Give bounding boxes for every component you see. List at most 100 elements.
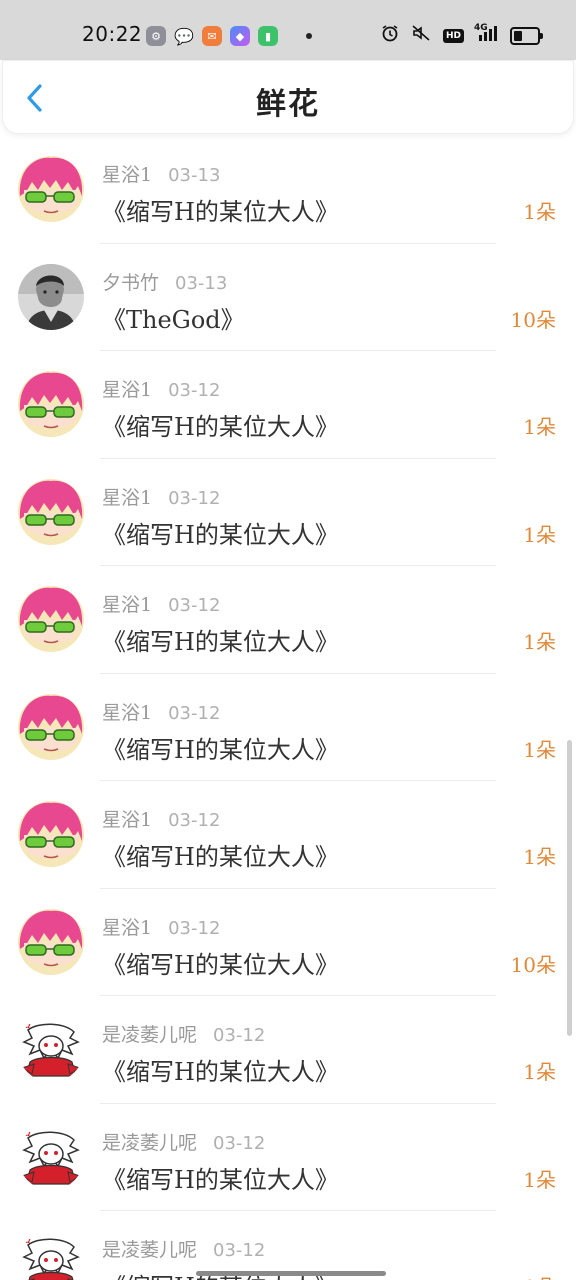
flower-count: 1朵: [523, 737, 556, 762]
gift-date: 03-12: [168, 487, 221, 509]
user-avatar[interactable]: [18, 693, 84, 760]
gift-date: 03-12: [168, 917, 221, 939]
flower-count: 10朵: [510, 307, 556, 332]
book-title[interactable]: 《缩写H的某位大人》: [102, 837, 339, 872]
page-title: 鲜花: [256, 87, 320, 122]
flower-count: 1朵: [523, 1060, 556, 1084]
status-app-icons: ⚙ 💬 ✉ ◆ ▮: [146, 26, 312, 46]
alarm-icon: [381, 24, 399, 47]
item-meta: 是凌萎儿呢 03-12: [102, 1020, 265, 1047]
user-avatar[interactable]: ✿: [18, 1016, 84, 1082]
user-name[interactable]: 星浴1: [102, 698, 152, 725]
user-avatar[interactable]: [18, 156, 84, 222]
book-title[interactable]: 《TheGod》: [102, 300, 245, 335]
flower-list-item[interactable]: 星浴1 03-12 《缩写H的某位大人》 1朵: [0, 781, 576, 889]
gift-date: 03-12: [213, 1132, 266, 1154]
user-name[interactable]: 是凌萎儿呢: [102, 1235, 197, 1262]
user-avatar[interactable]: [18, 908, 84, 975]
flower-list-item[interactable]: ✿ 是凌萎儿呢03-12《缩写H的某位大人》1朵: [0, 1211, 576, 1280]
flower-count: 1朵: [523, 522, 556, 547]
battery-fill: [514, 30, 522, 41]
flower-list-item[interactable]: 星浴1 03-12 《缩写H的某位大人》 1朵: [0, 459, 576, 566]
user-avatar[interactable]: [18, 478, 84, 545]
svg-text:✿: ✿: [24, 1236, 31, 1245]
flower-count: 1朵: [523, 1271, 556, 1280]
flower-count: 1朵: [523, 630, 556, 654]
user-name[interactable]: 星浴1: [102, 483, 152, 510]
user-name[interactable]: 星浴1: [102, 913, 152, 940]
item-meta: 星浴1 03-12: [102, 805, 220, 832]
screen: 20:22 ⚙ 💬 ✉ ◆ ▮ HD 4G 鲜花 星浴1 03-13 《缩写H的…: [0, 0, 576, 1280]
user-avatar[interactable]: ✿: [18, 1123, 84, 1190]
item-meta: 是凌萎儿呢 03-12: [102, 1235, 265, 1262]
item-meta: 星浴1 03-12: [102, 483, 220, 510]
nav-bar: 鲜花: [2, 60, 574, 134]
user-name[interactable]: 是凌萎儿呢: [102, 1020, 197, 1047]
svg-text:✿: ✿: [24, 1021, 31, 1030]
item-meta: 是凌萎儿呢 03-12: [102, 1128, 265, 1155]
wechat-icon: 💬: [174, 26, 194, 46]
signal-icon: 4G: [474, 23, 498, 47]
item-meta: 星浴1 03-12: [102, 698, 220, 725]
battery-app-icon: ▮: [258, 26, 278, 46]
flower-count: 1朵: [523, 1167, 556, 1192]
book-title[interactable]: 《缩写H的某位大人》: [102, 945, 339, 980]
flower-count: 10朵: [510, 952, 556, 977]
book-title[interactable]: 《缩写H的某位大人》: [102, 192, 339, 227]
settings-app-icon: ⚙: [146, 26, 166, 46]
item-meta: 星浴1 03-12: [102, 913, 220, 940]
item-meta: 夕书竹 03-13: [102, 268, 227, 295]
gift-date: 03-12: [168, 810, 221, 831]
battery-icon: [510, 26, 543, 45]
mute-icon: [411, 24, 431, 47]
notification-dot: [306, 33, 312, 39]
book-title[interactable]: 《缩写H的某位大人》: [102, 407, 339, 442]
gallery-app-icon: ◆: [230, 26, 250, 46]
gift-date: 03-13: [175, 272, 228, 294]
status-bar: 20:22 ⚙ 💬 ✉ ◆ ▮ HD 4G: [0, 0, 576, 60]
user-avatar[interactable]: [18, 371, 84, 437]
book-title[interactable]: 《缩写H的某位大人》: [102, 515, 339, 550]
flower-count: 1朵: [523, 845, 556, 869]
flower-list-item[interactable]: ✿ 是凌萎儿呢 03-12 《缩写H的某位大人》 1朵: [0, 996, 576, 1104]
scrollbar[interactable]: [567, 740, 572, 1036]
user-name[interactable]: 星浴1: [102, 590, 152, 617]
item-meta: 星浴1 03-12: [102, 590, 220, 617]
flower-list-item[interactable]: 星浴1 03-12 《缩写H的某位大人》 1朵: [0, 351, 576, 459]
flower-list-item[interactable]: 星浴1 03-12 《缩写H的某位大人》 1朵: [0, 674, 576, 781]
user-name[interactable]: 是凌萎儿呢: [102, 1128, 197, 1155]
book-title[interactable]: 《缩写H的某位大人》: [102, 730, 339, 765]
home-indicator[interactable]: [196, 1271, 386, 1276]
hd-badge: HD: [442, 28, 464, 43]
gift-date: 03-12: [168, 595, 221, 616]
user-name[interactable]: 星浴1: [102, 375, 152, 402]
flower-count: 1朵: [523, 415, 556, 439]
status-indicators: HD 4G: [381, 23, 543, 47]
book-title[interactable]: 《缩写H的某位大人》: [102, 1052, 339, 1087]
user-avatar[interactable]: [18, 586, 84, 652]
item-meta: 星浴1 03-13: [102, 160, 220, 187]
gift-date: 03-12: [213, 1240, 266, 1261]
flower-list-item[interactable]: 星浴1 03-12 《缩写H的某位大人》 10朵: [0, 889, 576, 996]
user-avatar[interactable]: ✿: [18, 1231, 84, 1280]
mail-app-icon: ✉: [202, 26, 222, 46]
book-title[interactable]: 《缩写H的某位大人》: [102, 622, 339, 657]
gift-date: 03-12: [168, 380, 221, 401]
flower-list-item[interactable]: ✿ 是凌萎儿呢 03-12 《缩写H的某位大人》 1朵: [0, 1104, 576, 1211]
user-name[interactable]: 夕书竹: [102, 268, 159, 295]
flower-list-item[interactable]: 星浴1 03-13 《缩写H的某位大人》 1朵: [0, 136, 576, 244]
svg-text:✿: ✿: [24, 1129, 31, 1138]
user-avatar[interactable]: [18, 263, 84, 330]
book-title[interactable]: 《缩写H的某位大人》: [102, 1160, 339, 1195]
flower-list-item[interactable]: 星浴1 03-12 《缩写H的某位大人》 1朵: [0, 566, 576, 674]
flower-count: 1朵: [523, 200, 556, 224]
flower-list: 星浴1 03-13 《缩写H的某位大人》 1朵 夕书竹 03-13 《TheGod》 10朵…: [0, 136, 576, 1280]
gift-date: 03-12: [213, 1025, 266, 1046]
flower-list-item[interactable]: 夕书竹 03-13 《TheGod》 10朵: [0, 244, 576, 351]
network-label: 4G: [474, 23, 488, 33]
user-avatar[interactable]: [18, 801, 84, 867]
gift-date: 03-13: [168, 165, 221, 186]
status-time: 20:22: [82, 22, 143, 46]
user-name[interactable]: 星浴1: [102, 805, 152, 832]
user-name[interactable]: 星浴1: [102, 160, 152, 187]
